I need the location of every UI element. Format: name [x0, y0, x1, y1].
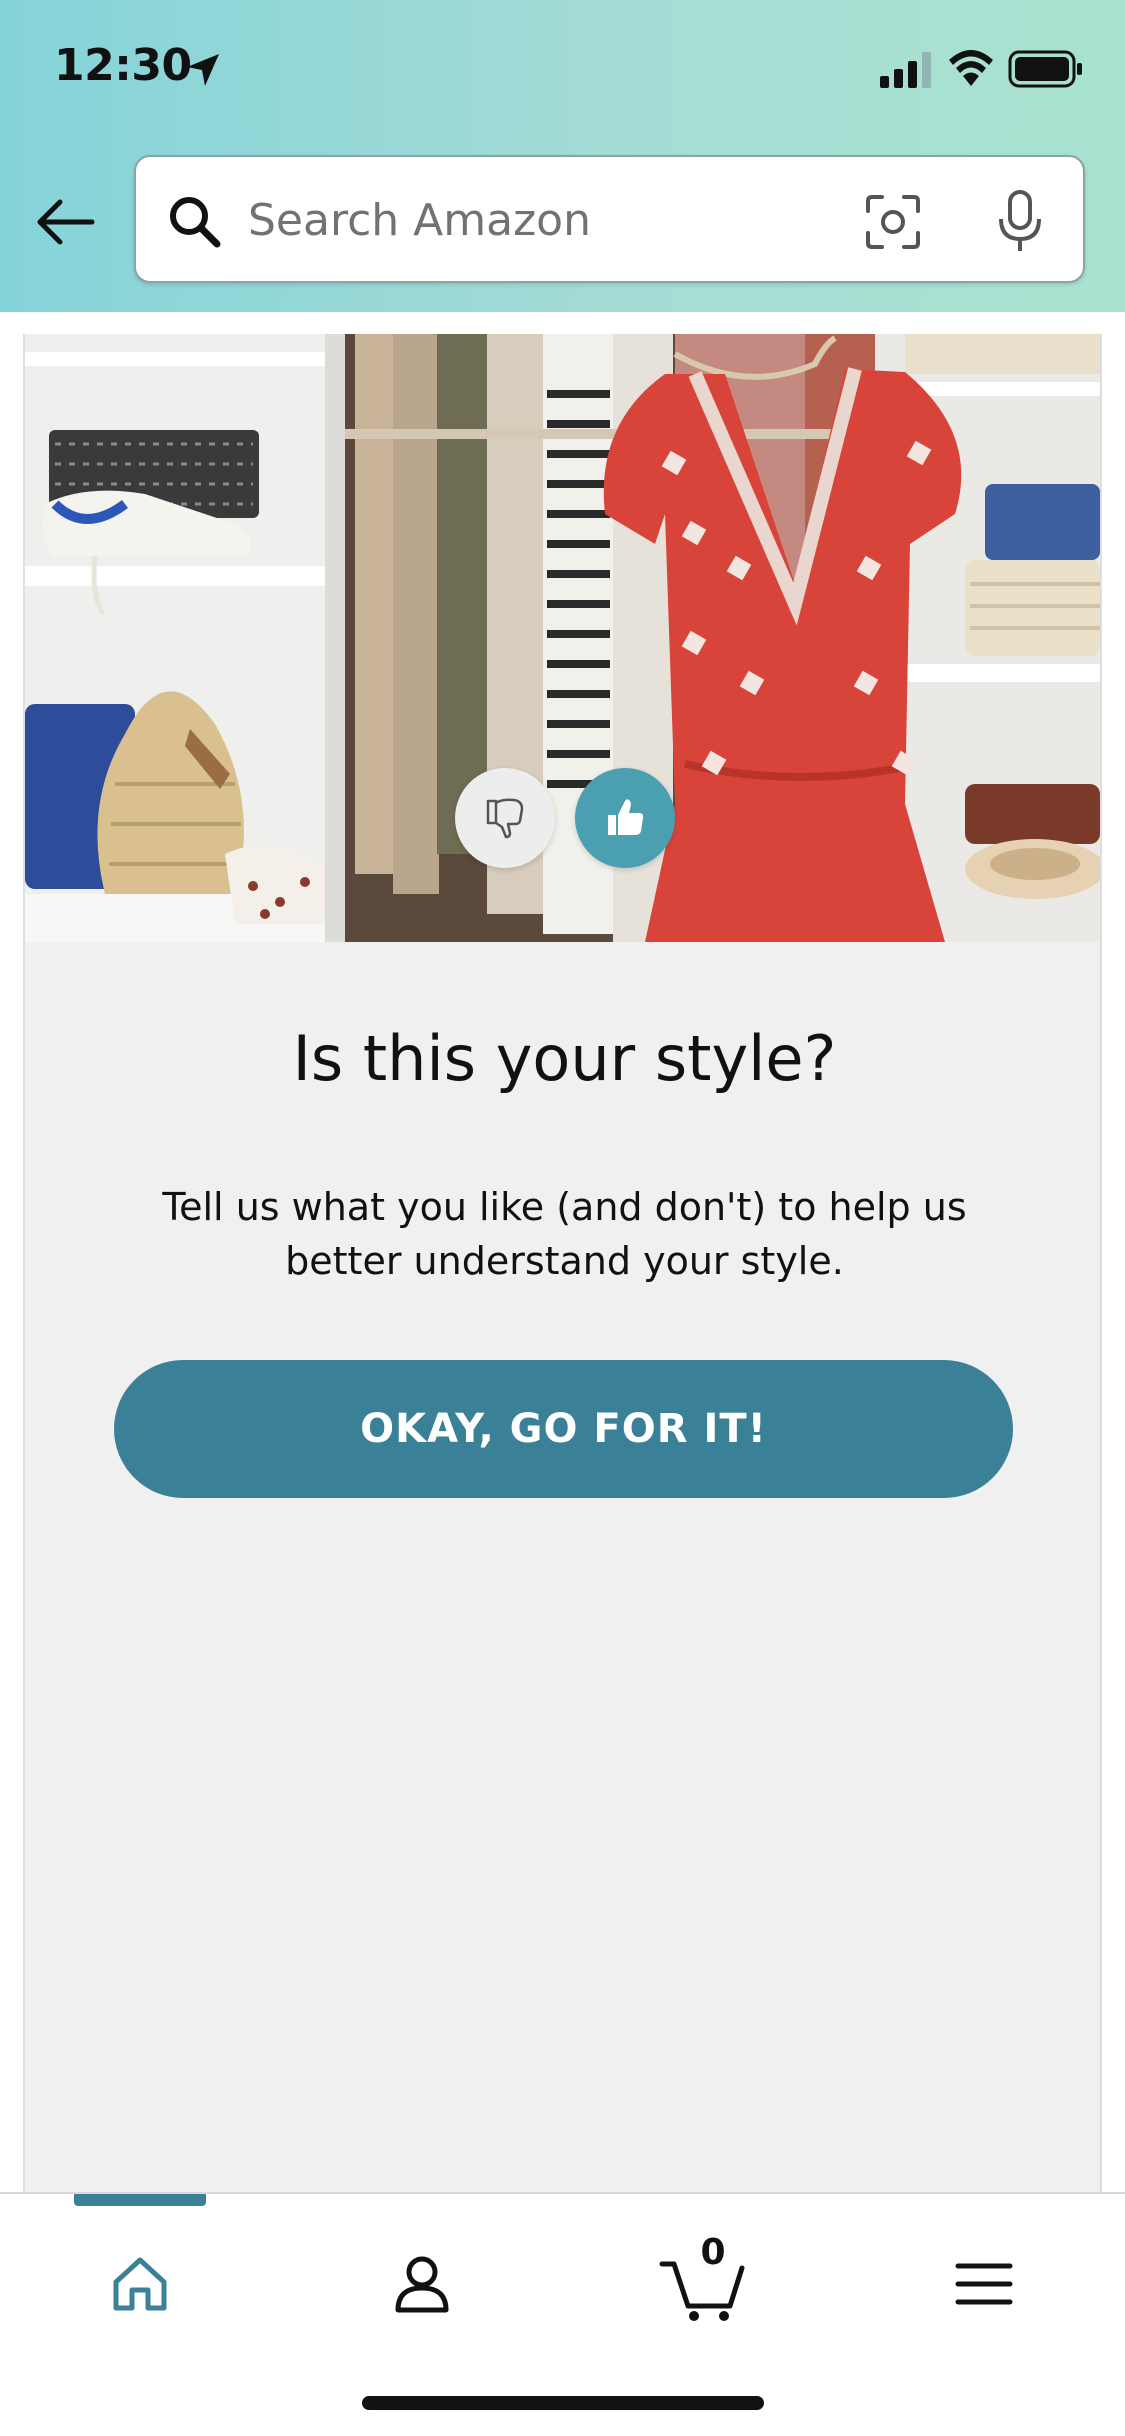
nav-cart[interactable]: 0 — [643, 2232, 763, 2334]
okay-go-for-it-button[interactable]: OKAY, GO FOR IT! — [114, 1360, 1013, 1498]
search-icon — [170, 197, 221, 248]
page-subtitle: Tell us what you like (and don't) to hel… — [162, 1185, 967, 1283]
app-header: 12:30 — [0, 0, 1125, 312]
search-bar[interactable] — [134, 155, 1085, 283]
thumbs-up-button[interactable] — [575, 768, 675, 868]
wifi-icon — [949, 50, 993, 86]
location-arrow-icon — [187, 54, 219, 86]
hamburger-menu-icon — [955, 2263, 1013, 2305]
closet-with-red-dress-photo — [25, 334, 1100, 942]
search-input[interactable] — [246, 179, 870, 261]
active-tab-indicator — [74, 2194, 206, 2206]
person-icon — [395, 2256, 449, 2313]
battery-icon — [1008, 50, 1082, 88]
nav-menu[interactable] — [924, 2234, 1044, 2334]
nav-home[interactable] — [80, 2234, 200, 2334]
status-time: 12:30 — [54, 40, 192, 91]
page-title: Is this your style? — [292, 1022, 837, 1095]
nav-account[interactable] — [362, 2234, 482, 2334]
thumbs-up-icon — [608, 799, 644, 835]
microphone-icon[interactable] — [994, 189, 1046, 255]
thumbs-down-button[interactable] — [455, 768, 555, 868]
camera-scan-icon[interactable] — [864, 193, 922, 251]
cart-count: 0 — [700, 2232, 726, 2273]
back-arrow-icon[interactable] — [34, 190, 98, 254]
home-icon — [113, 2257, 167, 2311]
thumbs-down-icon — [486, 798, 524, 839]
home-indicator — [362, 2396, 764, 2410]
style-survey-card: Is this your style? Tell us what you lik… — [23, 334, 1102, 2192]
cellular-signal-icon — [880, 52, 931, 88]
